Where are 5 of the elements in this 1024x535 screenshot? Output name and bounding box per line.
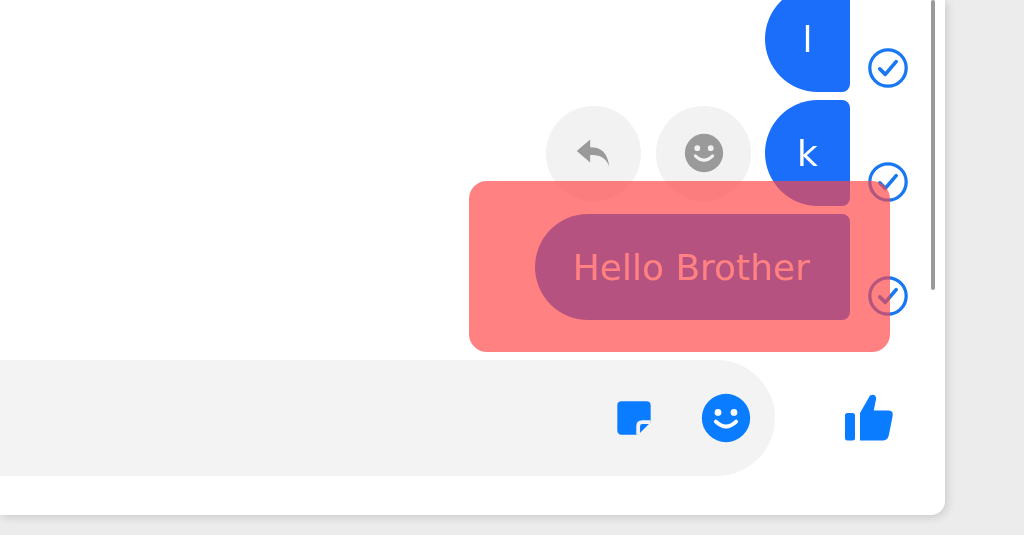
message-bubble: l [765,0,850,92]
scrollbar[interactable] [931,0,935,290]
message-bubble: k [765,100,850,206]
message-bubble: Hello Brother [534,214,850,320]
message-field[interactable] [0,360,775,476]
